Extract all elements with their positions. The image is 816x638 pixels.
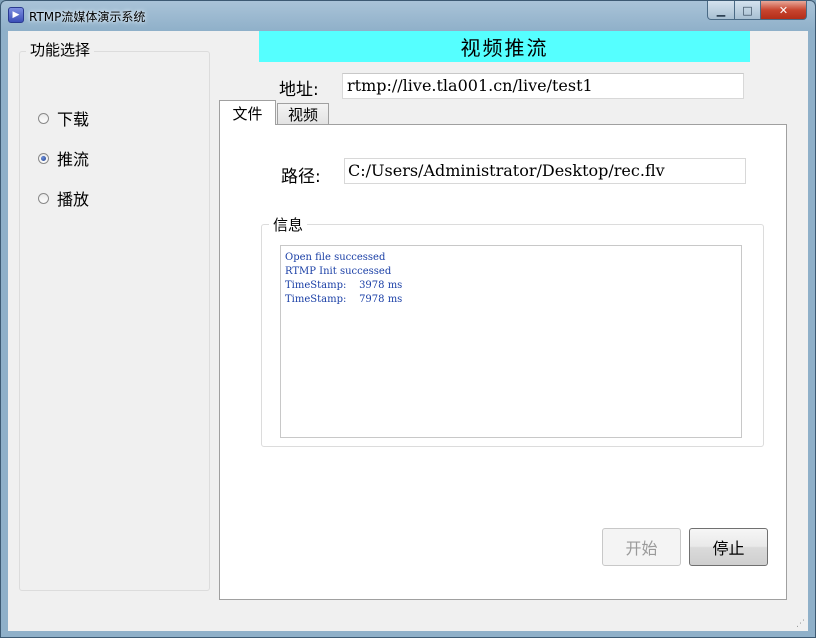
maximize-button[interactable]: □ [734, 1, 761, 20]
close-icon: ✕ [778, 3, 789, 17]
title-bar[interactable]: ▶ RTMP流媒体演示系统 ▁ □ ✕ [1, 1, 815, 31]
app-window: ▶ RTMP流媒体演示系统 ▁ □ ✕ 功能选择 下载 推流 播放 视频推流 地… [0, 0, 816, 638]
stop-button[interactable]: 停止 [689, 528, 768, 566]
function-select-legend: 功能选择 [26, 39, 95, 60]
function-select-group [19, 51, 210, 591]
radio-play[interactable]: 播放 [38, 186, 89, 210]
address-label: 地址: [279, 80, 319, 100]
radio-push-stream[interactable]: 推流 [38, 146, 89, 170]
radio-label: 下载 [57, 110, 90, 129]
log-line: Open file successed [285, 252, 386, 263]
close-button[interactable]: ✕ [760, 1, 807, 20]
log-line: TimeStamp: 3978 ms [285, 280, 403, 291]
app-icon: ▶ [8, 7, 24, 23]
address-input[interactable]: rtmp://live.tla001.cn/live/test1 [342, 73, 744, 99]
radio-download[interactable]: 下载 [38, 106, 89, 130]
page-title-banner: 视频推流 [259, 31, 750, 62]
window-title: RTMP流媒体演示系统 [29, 10, 146, 24]
log-output[interactable]: Open file successed RTMP Init successed … [280, 245, 742, 438]
client-area: 功能选择 下载 推流 播放 视频推流 地址: rtmp://live.tla00… [8, 31, 808, 631]
minimize-button[interactable]: ▁ [707, 1, 735, 20]
resize-grip-icon[interactable]: ⋰ [796, 619, 806, 629]
info-legend: 信息 [269, 214, 308, 235]
tab-file[interactable]: 文件 [219, 100, 276, 125]
path-input[interactable]: C:/Users/Administrator/Desktop/rec.flv [344, 158, 746, 184]
tab-video[interactable]: 视频 [277, 103, 329, 124]
log-line: TimeStamp: 7978 ms [285, 294, 403, 305]
maximize-icon: □ [742, 3, 753, 17]
start-button[interactable]: 开始 [602, 528, 681, 566]
radio-button-icon[interactable] [38, 112, 49, 124]
radio-label: 播放 [57, 190, 90, 209]
radio-label: 推流 [57, 150, 90, 169]
minimize-icon: ▁ [716, 3, 726, 17]
radio-button-icon[interactable] [38, 192, 49, 204]
path-label: 路径: [281, 167, 321, 187]
log-line: RTMP Init successed [285, 266, 392, 277]
radio-button-icon[interactable] [38, 152, 49, 164]
